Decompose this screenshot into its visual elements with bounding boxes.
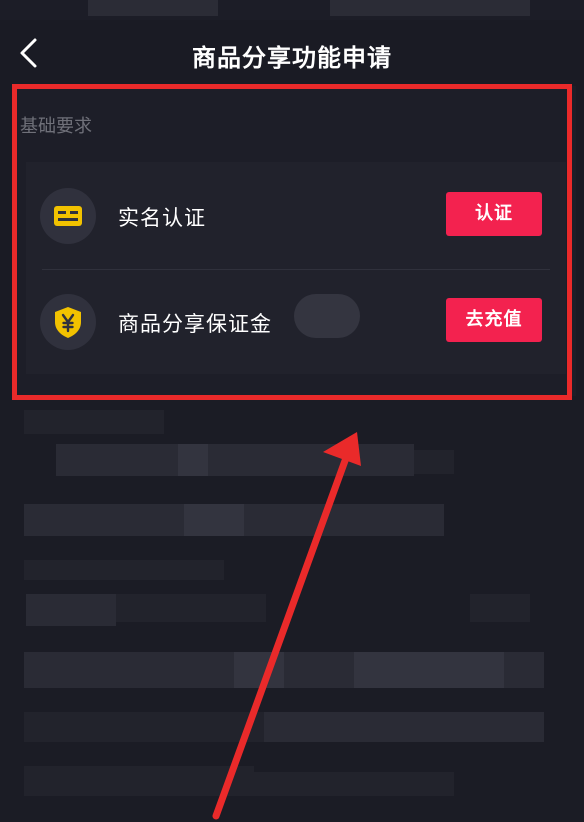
verify-button[interactable]: 认证	[446, 192, 542, 236]
blur-block	[24, 504, 184, 536]
blur-block	[116, 594, 266, 622]
blur-block	[414, 450, 454, 474]
recharge-button[interactable]: 去充值	[446, 298, 542, 342]
blur-block	[264, 712, 544, 742]
list-item-real-name: 实名认证 认证	[26, 162, 566, 270]
blur-block	[24, 652, 234, 688]
blurred-status-bar	[0, 0, 584, 20]
blur-block	[244, 504, 444, 536]
basic-requirements-section: 基础要求 实名认证 认证 商品分享保证金 去充值	[14, 86, 576, 396]
real-name-label: 实名认证	[118, 206, 206, 230]
page-title: 商品分享功能申请	[192, 44, 392, 72]
blur-block	[234, 652, 284, 688]
blur-block	[330, 0, 530, 16]
blur-block	[56, 444, 178, 476]
section-label: 基础要求	[20, 116, 92, 137]
blur-block	[254, 772, 454, 796]
blur-block	[504, 652, 544, 688]
blur-block	[24, 410, 164, 434]
blur-block	[24, 560, 224, 580]
blur-block	[354, 652, 504, 688]
blur-block	[184, 504, 244, 536]
blur-block	[24, 766, 254, 796]
blur-block	[178, 444, 208, 476]
blur-smudge	[294, 294, 360, 338]
blur-block	[24, 712, 264, 742]
blur-block	[284, 652, 354, 688]
nav-bar: 商品分享功能申请	[0, 20, 584, 86]
blur-block	[208, 444, 414, 476]
blur-block	[88, 0, 218, 16]
list-item-deposit: 商品分享保证金 去充值	[26, 270, 566, 374]
blur-block	[26, 594, 116, 626]
blur-block	[470, 594, 530, 622]
deposit-label: 商品分享保证金	[118, 312, 272, 336]
id-card-icon	[40, 188, 96, 244]
blurred-content	[0, 400, 584, 822]
yuan-shield-icon	[40, 294, 96, 350]
